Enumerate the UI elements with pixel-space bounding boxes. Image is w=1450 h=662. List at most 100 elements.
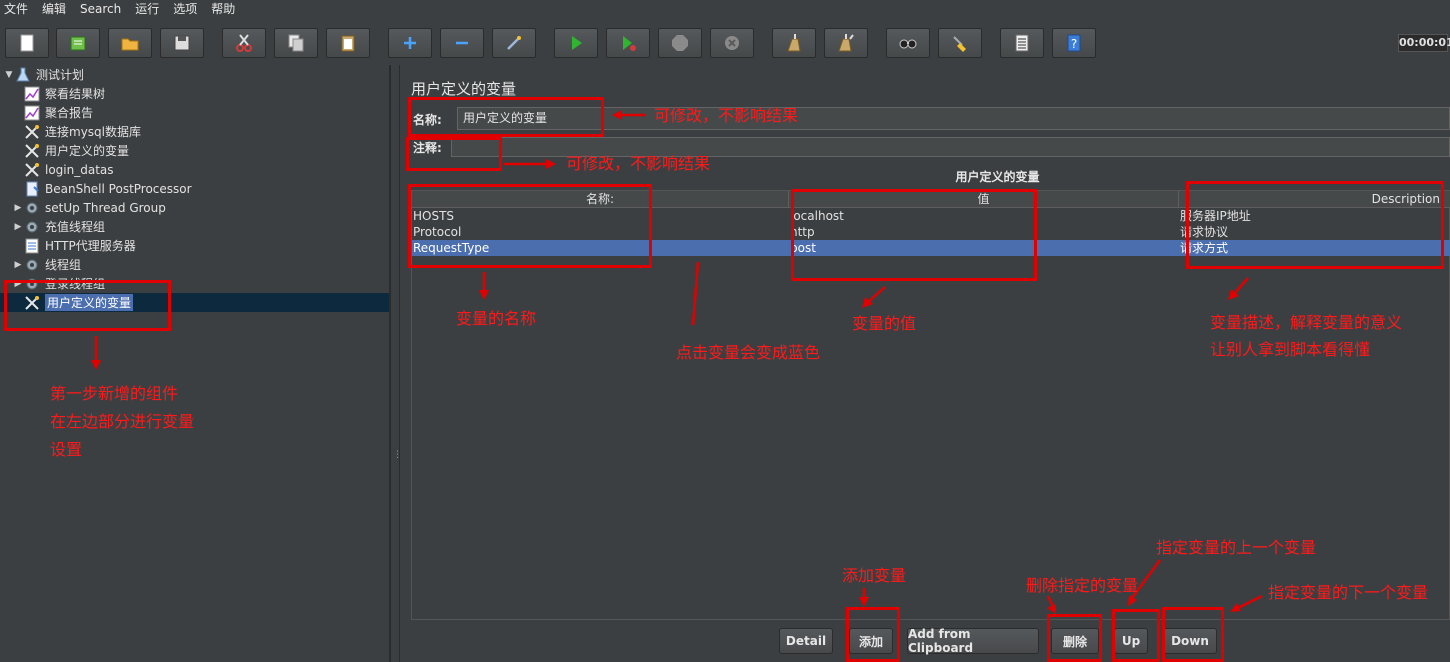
menu-file[interactable]: 文件 (4, 0, 28, 18)
toggle-icon (507, 36, 521, 50)
annotation-add-note: 添加变量 (842, 566, 907, 585)
collapse-toggle-icon[interactable]: ▼ (3, 70, 15, 80)
tree-item-test-plan[interactable]: ▼ 测试计划 (3, 65, 84, 84)
clear-icon (787, 34, 801, 52)
menu-search[interactable]: Search (80, 0, 121, 18)
thread-group-icon (24, 200, 40, 216)
cut-button[interactable] (222, 28, 266, 58)
annotation-left-note-3: 设置 (50, 440, 83, 459)
annotation-name-note: 可修改，不影响结果 (654, 106, 799, 125)
tree-item-user-defined-variables[interactable]: 用户定义的变量 (24, 141, 129, 160)
save-button[interactable] (160, 28, 204, 58)
paste-button[interactable] (326, 28, 370, 58)
tree-item-thread-group[interactable]: ▶ 线程组 (12, 255, 81, 274)
tree-item-label: 连接mysql数据库 (45, 125, 141, 139)
menu-run[interactable]: 运行 (135, 0, 159, 18)
tree-item-label: BeanShell PostProcessor (45, 181, 192, 196)
clear-all-icon (838, 34, 854, 52)
annotation-box-value-column (791, 189, 1037, 281)
test-plan-tree: ▼ 测试计划 察看结果树 聚合报告 连接mysql数据库 用户定义的变量 log… (0, 65, 390, 662)
config-element-icon (24, 124, 40, 140)
tree-item-label: 察看结果树 (45, 87, 106, 101)
annotation-description-note-1: 变量描述，解释变量的意义 (1210, 313, 1403, 332)
annotation-delete-note: 删除指定的变量 (1026, 576, 1139, 595)
search-button[interactable] (886, 28, 930, 58)
tree-item-login-datas[interactable]: login_datas (24, 160, 114, 179)
annotation-down-note: 指定变量的下一个变量 (1268, 583, 1429, 602)
clear-all-button[interactable] (824, 28, 868, 58)
search-icon (899, 39, 917, 49)
templates-icon (70, 36, 86, 51)
tree-item-label: HTTP代理服务器 (45, 239, 136, 253)
postprocessor-icon (24, 181, 40, 197)
tree-item-beanshell-postprocessor[interactable]: BeanShell PostProcessor (24, 179, 192, 198)
thread-group-icon (24, 257, 40, 273)
start-icon (572, 36, 582, 50)
new-icon (20, 34, 34, 52)
function-helper-button[interactable] (1000, 28, 1044, 58)
tree-item-label: setUp Thread Group (45, 200, 166, 215)
menu-edit[interactable]: 编辑 (42, 0, 66, 18)
pane-splitter[interactable]: ⋮ (390, 65, 402, 662)
annotation-box-add (846, 607, 900, 662)
reset-search-button[interactable] (938, 28, 982, 58)
annotation-box-down (1162, 607, 1224, 662)
add-from-clipboard-button[interactable]: Add from Clipboard (907, 627, 1039, 655)
tree-item-label: 测试计划 (36, 68, 85, 82)
open-button[interactable] (108, 28, 152, 58)
tree-item-aggregate-report[interactable]: 聚合报告 (24, 103, 93, 122)
tree-item-label: login_datas (45, 162, 114, 177)
annotation-box-name-column (408, 184, 652, 268)
toolbar: ? 00:00:01 (0, 22, 1450, 64)
clear-button[interactable] (772, 28, 816, 58)
stop-icon (672, 35, 688, 51)
collapse-icon (456, 41, 468, 45)
expand-toggle-icon[interactable]: ▶ (12, 203, 24, 213)
annotation-box-description-column (1186, 181, 1444, 269)
tree-item-http-proxy-server[interactable]: HTTP代理服务器 (24, 236, 136, 255)
annotation-comment-note: 可修改，不影响结果 (566, 154, 711, 173)
menu-help[interactable]: 帮助 (211, 0, 235, 18)
detail-button[interactable]: Detail (779, 628, 833, 654)
annotation-column-value-note: 变量的值 (852, 314, 917, 333)
help-button[interactable]: ? (1052, 28, 1096, 58)
shutdown-button[interactable] (710, 28, 754, 58)
shutdown-icon (725, 36, 739, 50)
tree-item-setup-thread-group[interactable]: ▶ setUp Thread Group (12, 198, 166, 217)
annotation-box-name (408, 97, 604, 137)
copy-icon (288, 34, 304, 52)
name-field[interactable]: 用户定义的变量 (457, 107, 1450, 130)
expand-icon (404, 37, 416, 49)
reset-search-icon (953, 36, 966, 52)
tree-item-view-results-tree[interactable]: 察看结果树 (24, 84, 105, 103)
element-editor-panel: 用户定义的变量 名称: 用户定义的变量 注释: 用户定义的变量 名称: 值 De… (400, 65, 1450, 662)
paste-icon (341, 35, 355, 52)
copy-button[interactable] (274, 28, 318, 58)
start-no-pause-icon (623, 36, 636, 51)
annotation-box-tree-item (4, 280, 171, 331)
tree-item-label: 线程组 (45, 258, 82, 272)
toggle-button[interactable] (492, 28, 536, 58)
tree-item-recharge-thread-group[interactable]: ▶ 充值线程组 (12, 217, 105, 236)
annotation-up-note: 指定变量的上一个变量 (1156, 538, 1317, 557)
annotation-column-name-note: 变量的名称 (456, 309, 537, 328)
expand-toggle-icon[interactable]: ▶ (12, 260, 24, 270)
expand-all-button[interactable] (388, 28, 432, 58)
function-helper-icon (1015, 34, 1029, 52)
stop-button[interactable] (658, 28, 702, 58)
annotation-click-note: 点击变量会变成蓝色 (676, 343, 821, 362)
annotation-left-note-1: 第一步新增的组件 (50, 384, 179, 403)
menu-options[interactable]: 选项 (173, 0, 197, 18)
start-no-pause-button[interactable] (606, 28, 650, 58)
start-button[interactable] (554, 28, 598, 58)
collapse-all-button[interactable] (440, 28, 484, 58)
templates-button[interactable] (56, 28, 100, 58)
expand-toggle-icon[interactable]: ▶ (12, 222, 24, 232)
annotation-description-note-2: 让别人拿到脚本看得懂 (1210, 340, 1371, 359)
tree-item-label: 聚合报告 (45, 106, 94, 120)
new-button[interactable] (5, 28, 49, 58)
svg-text:?: ? (1071, 37, 1077, 51)
tree-item-mysql-connection[interactable]: 连接mysql数据库 (24, 122, 141, 141)
annotation-box-delete (1047, 614, 1102, 662)
save-icon (174, 35, 190, 51)
